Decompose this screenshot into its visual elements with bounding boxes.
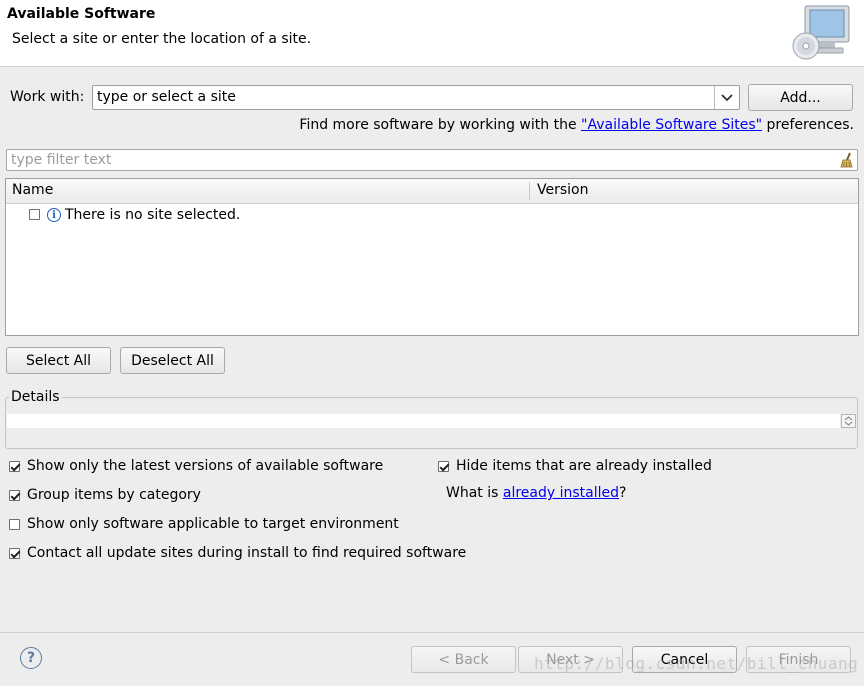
work-with-combo[interactable]: type or select a site <box>92 85 740 110</box>
page-title: Available Software <box>7 6 156 22</box>
deselect-all-button[interactable]: Deselect All <box>120 347 225 374</box>
already-installed-link[interactable]: already installed <box>503 485 619 501</box>
chevron-down-icon <box>721 93 733 101</box>
table-row-name: There is no site selected. <box>65 207 241 223</box>
group-by-category-label: Group items by category <box>27 487 201 503</box>
available-software-sites-link[interactable]: "Available Software Sites" <box>581 117 762 133</box>
target-env-label: Show only software applicable to target … <box>27 516 399 532</box>
help-icon[interactable]: ? <box>20 647 42 669</box>
details-group <box>5 397 858 449</box>
what-is-suffix: ? <box>619 485 627 501</box>
install-software-icon <box>789 4 853 62</box>
more-software-text: Find more software by working with the "… <box>299 117 854 133</box>
spinner-arrows-icon <box>844 416 853 426</box>
contact-sites-label: Contact all update sites during install … <box>27 545 467 561</box>
latest-versions-checkbox[interactable] <box>9 461 20 472</box>
what-is-installed-text: What is already installed? <box>446 485 626 501</box>
dialog-header: Available Software Select a site or ente… <box>0 0 864 67</box>
what-is-prefix: What is <box>446 485 503 501</box>
hide-installed-checkbox[interactable] <box>438 461 449 472</box>
latest-versions-label: Show only the latest versions of availab… <box>27 458 384 474</box>
clear-filter-icon[interactable] <box>838 152 854 168</box>
row-checkbox[interactable] <box>29 209 40 220</box>
group-by-category-checkbox[interactable] <box>9 490 20 501</box>
filter-placeholder: type filter text <box>11 152 112 168</box>
watermark-text: http://blog.csdn.net/bill_chuang <box>534 654 859 673</box>
details-text <box>7 414 840 428</box>
select-all-button[interactable]: Select All <box>6 347 111 374</box>
combo-dropdown-button[interactable] <box>714 86 739 109</box>
column-header-version[interactable]: Version <box>537 182 588 198</box>
table-row[interactable]: i There is no site selected. <box>6 204 858 226</box>
more-software-prefix: Find more software by working with the <box>299 117 582 133</box>
details-scroll-spinner[interactable] <box>841 414 856 428</box>
work-with-label: Work with: <box>10 89 85 105</box>
column-header-name[interactable]: Name <box>12 182 53 198</box>
column-separator[interactable] <box>529 182 530 200</box>
target-env-checkbox[interactable] <box>9 519 20 530</box>
filter-input[interactable]: type filter text <box>6 149 858 171</box>
add-site-button[interactable]: Add... <box>748 84 853 111</box>
more-software-suffix: preferences. <box>762 117 855 133</box>
work-with-input[interactable]: type or select a site <box>97 89 236 105</box>
table-header: Name Version <box>6 179 858 204</box>
back-button[interactable]: < Back <box>411 646 516 673</box>
contact-sites-checkbox[interactable] <box>9 548 20 559</box>
info-icon: i <box>47 208 61 222</box>
hide-installed-label: Hide items that are already installed <box>456 458 712 474</box>
page-subtitle: Select a site or enter the location of a… <box>12 31 312 47</box>
footer-separator <box>0 632 864 633</box>
details-label: Details <box>9 389 62 405</box>
software-table: Name Version i There is no site selected… <box>5 178 859 336</box>
